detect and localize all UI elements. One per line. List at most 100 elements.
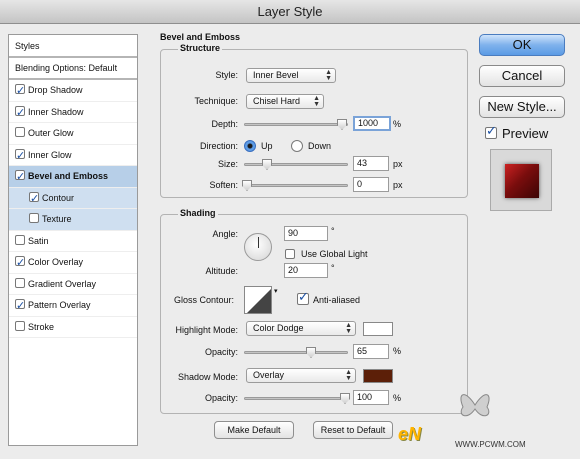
style-item-label: Inner Glow xyxy=(28,149,72,160)
altitude-field[interactable]: 20 xyxy=(284,263,328,278)
soften-field[interactable]: 0 xyxy=(353,177,389,192)
style-item-label: Gradient Overlay xyxy=(28,278,97,289)
depth-field[interactable]: 1000 xyxy=(353,116,391,131)
soften-slider[interactable] xyxy=(242,180,348,191)
direction-up-label: Up xyxy=(261,141,273,151)
styles-header[interactable]: Styles xyxy=(9,35,137,58)
style-item-checkbox[interactable] xyxy=(15,167,25,188)
direction-down-label: Down xyxy=(308,141,332,151)
shading-label: Shading xyxy=(178,208,218,218)
highlight-opacity-label: Opacity: xyxy=(204,347,238,357)
angle-field[interactable]: 90 xyxy=(284,226,328,241)
preview-swatch xyxy=(505,164,539,198)
style-item-satin[interactable]: Satin xyxy=(9,231,137,252)
style-item-gradient-overlay[interactable]: Gradient Overlay xyxy=(9,274,137,295)
global-light-label: Use Global Light xyxy=(301,249,368,259)
style-item-color-overlay[interactable]: Color Overlay xyxy=(9,252,137,274)
highlight-opacity-field[interactable]: 65 xyxy=(353,344,389,359)
shadow-mode-value: Overlay xyxy=(253,370,285,380)
style-item-pattern-overlay[interactable]: Pattern Overlay xyxy=(9,295,137,317)
style-item-label: Drop Shadow xyxy=(28,85,83,95)
style-item-checkbox[interactable] xyxy=(29,213,39,223)
style-item-checkbox[interactable] xyxy=(15,277,25,288)
depth-label: Depth: xyxy=(211,119,238,129)
reset-default-button[interactable]: Reset to Default xyxy=(313,421,393,439)
butterfly-logo xyxy=(460,394,490,417)
highlight-opacity-slider[interactable] xyxy=(244,347,348,358)
size-label: Size: xyxy=(217,159,238,169)
style-item-label: Texture xyxy=(42,214,72,224)
watermark-logo: eN xyxy=(398,424,422,444)
new-style-button[interactable]: New Style... xyxy=(479,96,565,118)
style-item-label: Satin xyxy=(28,235,49,246)
ok-button[interactable]: OK xyxy=(479,34,565,56)
direction-down-radio[interactable] xyxy=(291,140,303,152)
style-item-checkbox[interactable] xyxy=(29,189,39,210)
style-item-checkbox[interactable] xyxy=(15,81,25,102)
depth-slider[interactable] xyxy=(244,119,348,130)
style-item-drop-shadow[interactable]: Drop Shadow xyxy=(9,80,137,102)
anti-aliased-label: Anti-aliased xyxy=(313,295,361,305)
style-item-checkbox[interactable] xyxy=(15,296,25,317)
size-slider[interactable] xyxy=(244,159,348,170)
style-item-bevel-and-emboss[interactable]: Bevel and Emboss xyxy=(9,166,137,188)
style-item-inner-glow[interactable]: Inner Glow xyxy=(9,145,137,167)
style-item-checkbox[interactable] xyxy=(15,234,25,245)
style-items: Drop Shadow Inner Shadow Outer Glow Inner G… xyxy=(9,80,137,338)
preview-label: Preview xyxy=(502,126,549,141)
contour-curve-icon xyxy=(247,289,271,313)
preview-checkbox[interactable] xyxy=(485,123,497,139)
make-default-button[interactable]: Make Default xyxy=(214,421,294,439)
direction-up-radio[interactable] xyxy=(244,140,256,152)
style-item-outer-glow[interactable]: Outer Glow xyxy=(9,123,137,145)
popup-arrows-icon: ▲ ▼ xyxy=(313,95,320,108)
soften-label: Soften: xyxy=(209,180,238,190)
shadow-mode-popup[interactable]: Overlay ▲ ▼ xyxy=(246,368,356,383)
angle-dial[interactable] xyxy=(244,233,272,261)
style-popup[interactable]: Inner Bevel ▲ ▼ xyxy=(246,68,336,83)
styles-list: Styles Blending Options: Default Drop Sh… xyxy=(8,34,138,446)
popup-arrows-icon: ▲ ▼ xyxy=(345,322,352,335)
blending-options[interactable]: Blending Options: Default xyxy=(9,58,137,80)
style-item-label: Stroke xyxy=(28,321,55,332)
anti-aliased-checkbox[interactable] xyxy=(297,289,309,305)
section-title: Bevel and Emboss xyxy=(160,32,241,42)
style-item-label: Outer Glow xyxy=(28,128,74,138)
style-preview xyxy=(490,149,552,211)
angle-label: Angle: xyxy=(212,229,238,239)
style-item-checkbox[interactable] xyxy=(15,146,25,167)
global-light-checkbox[interactable] xyxy=(285,249,295,259)
shadow-opacity-unit: % xyxy=(393,393,402,403)
technique-popup[interactable]: Chisel Hard ▲ ▼ xyxy=(246,94,324,109)
highlight-mode-label: Highlight Mode: xyxy=(175,325,238,335)
style-item-stroke[interactable]: Stroke xyxy=(9,317,137,338)
cancel-button[interactable]: Cancel xyxy=(479,65,565,87)
highlight-mode-popup[interactable]: Color Dodge ▲ ▼ xyxy=(246,321,356,336)
style-item-label: Color Overlay xyxy=(28,257,84,267)
highlight-color-swatch[interactable] xyxy=(363,322,393,336)
shadow-opacity-field[interactable]: 100 xyxy=(353,390,389,405)
popup-arrows-icon: ▲ ▼ xyxy=(345,369,352,382)
altitude-label: Altitude: xyxy=(205,266,238,276)
style-item-checkbox[interactable] xyxy=(15,127,25,137)
style-item-inner-shadow[interactable]: Inner Shadow xyxy=(9,102,137,124)
style-item-texture[interactable]: Texture xyxy=(9,209,137,231)
technique-label: Technique: xyxy=(194,96,238,106)
size-field[interactable]: 43 xyxy=(353,156,389,171)
style-item-label: Inner Shadow xyxy=(28,106,84,117)
angle-unit: ° xyxy=(331,226,335,236)
gloss-contour-preview[interactable] xyxy=(244,286,272,314)
style-item-checkbox[interactable] xyxy=(15,253,25,274)
style-item-checkbox[interactable] xyxy=(15,320,25,331)
window-title: Layer Style xyxy=(0,0,580,24)
soften-unit: px xyxy=(393,180,403,190)
contour-dropdown-icon[interactable]: ▾ xyxy=(274,287,278,295)
depth-unit: % xyxy=(393,119,402,129)
style-item-contour[interactable]: Contour xyxy=(9,187,137,210)
shadow-opacity-slider[interactable] xyxy=(244,393,350,404)
shadow-mode-label: Shadow Mode: xyxy=(177,372,238,382)
gloss-contour-label: Gloss Contour: xyxy=(174,295,235,305)
shadow-color-swatch[interactable] xyxy=(363,369,393,383)
style-item-checkbox[interactable] xyxy=(15,103,25,124)
structure-label: Structure xyxy=(178,43,223,53)
